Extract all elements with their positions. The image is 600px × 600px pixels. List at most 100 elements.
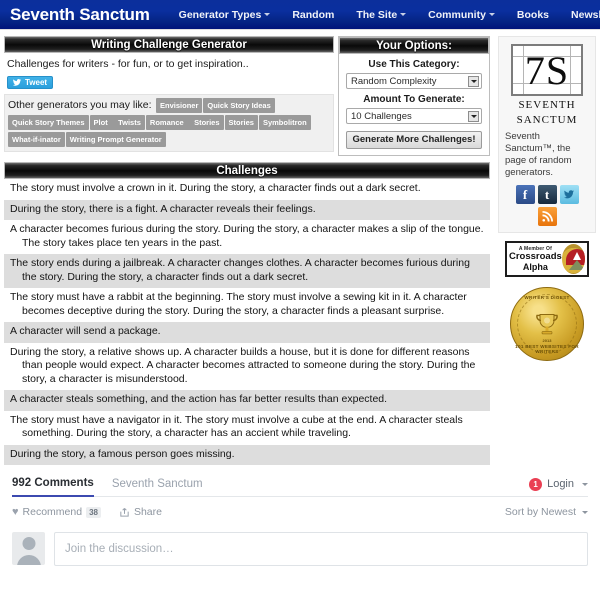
logo-monogram: 7S — [524, 48, 570, 93]
trophy-icon — [536, 313, 558, 335]
nav-label: Community — [428, 8, 486, 21]
page-root: Seventh Sanctum Generator Types Random T… — [0, 0, 600, 600]
generate-button[interactable]: Generate More Challenges! — [346, 131, 482, 149]
crossroads-logo-icon — [561, 244, 585, 274]
twitter-bird-icon — [12, 79, 22, 86]
share-button[interactable]: Share — [119, 506, 162, 518]
notification-badge: 1 — [529, 477, 543, 491]
top-navbar: Seventh Sanctum Generator Types Random T… — [0, 0, 600, 30]
other-generators-box: Other generators you may like: Envisione… — [4, 94, 334, 152]
comments-actions: ♥ Recommend 38 Share Sort by Newest — [12, 497, 588, 518]
challenge-item: During the story, there is a fight. A ch… — [4, 199, 490, 220]
chevron-down-icon — [264, 13, 271, 17]
options-panel: Your Options: Use This Category: Random … — [338, 36, 490, 156]
chevron-down-icon — [488, 13, 495, 17]
chevron-down-icon — [468, 76, 479, 87]
facebook-glyph: f — [522, 186, 528, 202]
amount-select[interactable]: 10 Challenges — [346, 108, 482, 124]
writers-digest-seal[interactable]: WRITER'S DIGEST 2013 101 BEST WEBSITES F… — [501, 287, 593, 361]
twitter-bird-glyph — [563, 190, 575, 199]
comment-placeholder: Join the discussion… — [65, 543, 174, 555]
nav-item-books[interactable]: Books — [506, 9, 560, 21]
generator-tag-what-if-inator[interactable]: What-if-inator — [8, 132, 65, 147]
tab-comments-count[interactable]: 992 Comments — [12, 477, 94, 497]
nav-label: Generator Types — [178, 8, 262, 21]
nav-item-community[interactable]: Community — [417, 9, 506, 21]
comment-input[interactable]: Join the discussion… — [54, 532, 588, 566]
seal-top-text: WRITER'S DIGEST — [524, 295, 570, 300]
challenge-item: A character will send a package. — [4, 322, 490, 343]
challenge-item: The story must have a navigator in it. T… — [10, 413, 463, 440]
crossroads-alpha-badge[interactable]: A Member Of Crossroads Alpha — [501, 241, 593, 277]
generator-tag-envisioner[interactable]: Envisioner — [156, 98, 203, 113]
recommend-button[interactable]: ♥ Recommend 38 — [12, 506, 101, 518]
nav-label: Random — [292, 8, 335, 21]
challenge-item: The story must have a rabbit at the begi… — [10, 291, 467, 317]
generator-tag-quick-story-ideas[interactable]: Quick Story Ideas — [203, 98, 275, 113]
page-title: Writing Challenge Generator — [4, 36, 334, 53]
tweet-button[interactable]: Tweet — [7, 76, 54, 89]
social-icons-row: f t — [503, 185, 591, 204]
generator-tag-quick-story-themes[interactable]: Quick Story Themes — [8, 115, 89, 130]
nav-label: Books — [516, 8, 550, 21]
generator-tag-symbolitron[interactable]: Symbolitron — [258, 115, 311, 130]
nav-label: Newsletter — [571, 8, 600, 21]
generator-tag-romance-stories[interactable]: Romance Stories — [145, 115, 224, 130]
nav-items: Generator Types Random The Site Communit… — [168, 9, 600, 21]
chevron-down-icon — [400, 13, 407, 17]
chevron-down-icon — [468, 111, 479, 122]
challenge-item: The story ends during a jailbreak. A cha… — [4, 254, 490, 288]
facebook-icon[interactable]: f — [515, 185, 535, 204]
generator-tag-plot-twists[interactable]: Plot Twists — [89, 115, 145, 130]
chevron-down-icon — [582, 510, 588, 514]
nav-item-generator-types[interactable]: Generator Types — [168, 9, 282, 21]
generator-tag-writing-prompt-generator[interactable]: Writing Prompt Generator — [65, 132, 166, 147]
crossroads-line3: Alpha — [522, 262, 548, 272]
category-label: Use This Category: — [368, 59, 460, 70]
tab-site-name[interactable]: Seventh Sanctum — [112, 478, 203, 496]
nav-label: The Site — [356, 8, 398, 21]
site-brand[interactable]: Seventh Sanctum — [10, 5, 150, 25]
nav-item-newsletter[interactable]: Newsletter — [560, 9, 600, 21]
nav-item-random[interactable]: Random — [281, 9, 345, 21]
generator-tag-stories[interactable]: Stories — [224, 115, 258, 130]
challenges-header: Challenges — [4, 162, 490, 179]
tumblr-icon[interactable]: t — [537, 185, 557, 204]
sort-label: Sort by Newest — [504, 506, 577, 518]
generator-intro-block: Writing Challenge Generator Challenges f… — [4, 36, 334, 152]
amount-value: 10 Challenges — [351, 111, 412, 122]
chevron-down-icon — [582, 482, 588, 486]
challenge-item: During the story, a relative shows up. A… — [10, 345, 476, 385]
comments-header: 992 Comments Seventh Sanctum 1 Login — [12, 477, 588, 497]
challenge-item: A character becomes furious during the s… — [10, 223, 484, 249]
login-label: Login — [547, 478, 574, 490]
generator-tagline: Challenges for writers - for fun, or to … — [7, 58, 249, 70]
options-header: Your Options: — [339, 37, 489, 54]
recommend-count: 38 — [86, 506, 101, 518]
sort-dropdown[interactable]: Sort by Newest — [505, 506, 588, 518]
nav-item-the-site[interactable]: The Site — [345, 9, 417, 21]
comments-section: 992 Comments Seventh Sanctum 1 Login ♥ R… — [0, 465, 600, 566]
challenge-item: A character steals something, and the ac… — [4, 390, 490, 411]
main-column: Writing Challenge Generator Challenges f… — [0, 36, 494, 465]
seal-year: 2013 — [542, 338, 552, 343]
logo-wordmark-line2: SANCTUM — [516, 114, 578, 126]
logo-wordmark-line1: SEVENTH — [518, 99, 576, 111]
seventh-sanctum-logo-icon: 7S — [511, 44, 583, 96]
crossroads-line2: Crossroads — [509, 251, 562, 262]
avatar — [12, 532, 45, 565]
twitter-icon[interactable] — [559, 185, 579, 204]
rss-glyph — [542, 210, 553, 222]
tumblr-glyph: t — [544, 186, 550, 202]
seal-bottom-text: 101 BEST WEBSITES FOR WRITERS — [515, 344, 579, 354]
content-area: Writing Challenge Generator Challenges f… — [0, 30, 600, 465]
login-button[interactable]: 1 Login — [529, 477, 588, 497]
sidebar: 7S SEVENTH SANCTUM Seventh Sanctum™, the… — [494, 36, 600, 465]
share-label: Share — [133, 506, 162, 518]
category-select[interactable]: Random Complexity — [346, 73, 482, 89]
challenges-section: Challenges The story must involve a crow… — [4, 162, 490, 465]
challenge-item: The story must involve a crown in it. Du… — [10, 182, 421, 194]
amount-label: Amount To Generate: — [363, 94, 465, 105]
rss-icon[interactable] — [537, 207, 557, 226]
recommend-label: Recommend — [22, 506, 83, 518]
